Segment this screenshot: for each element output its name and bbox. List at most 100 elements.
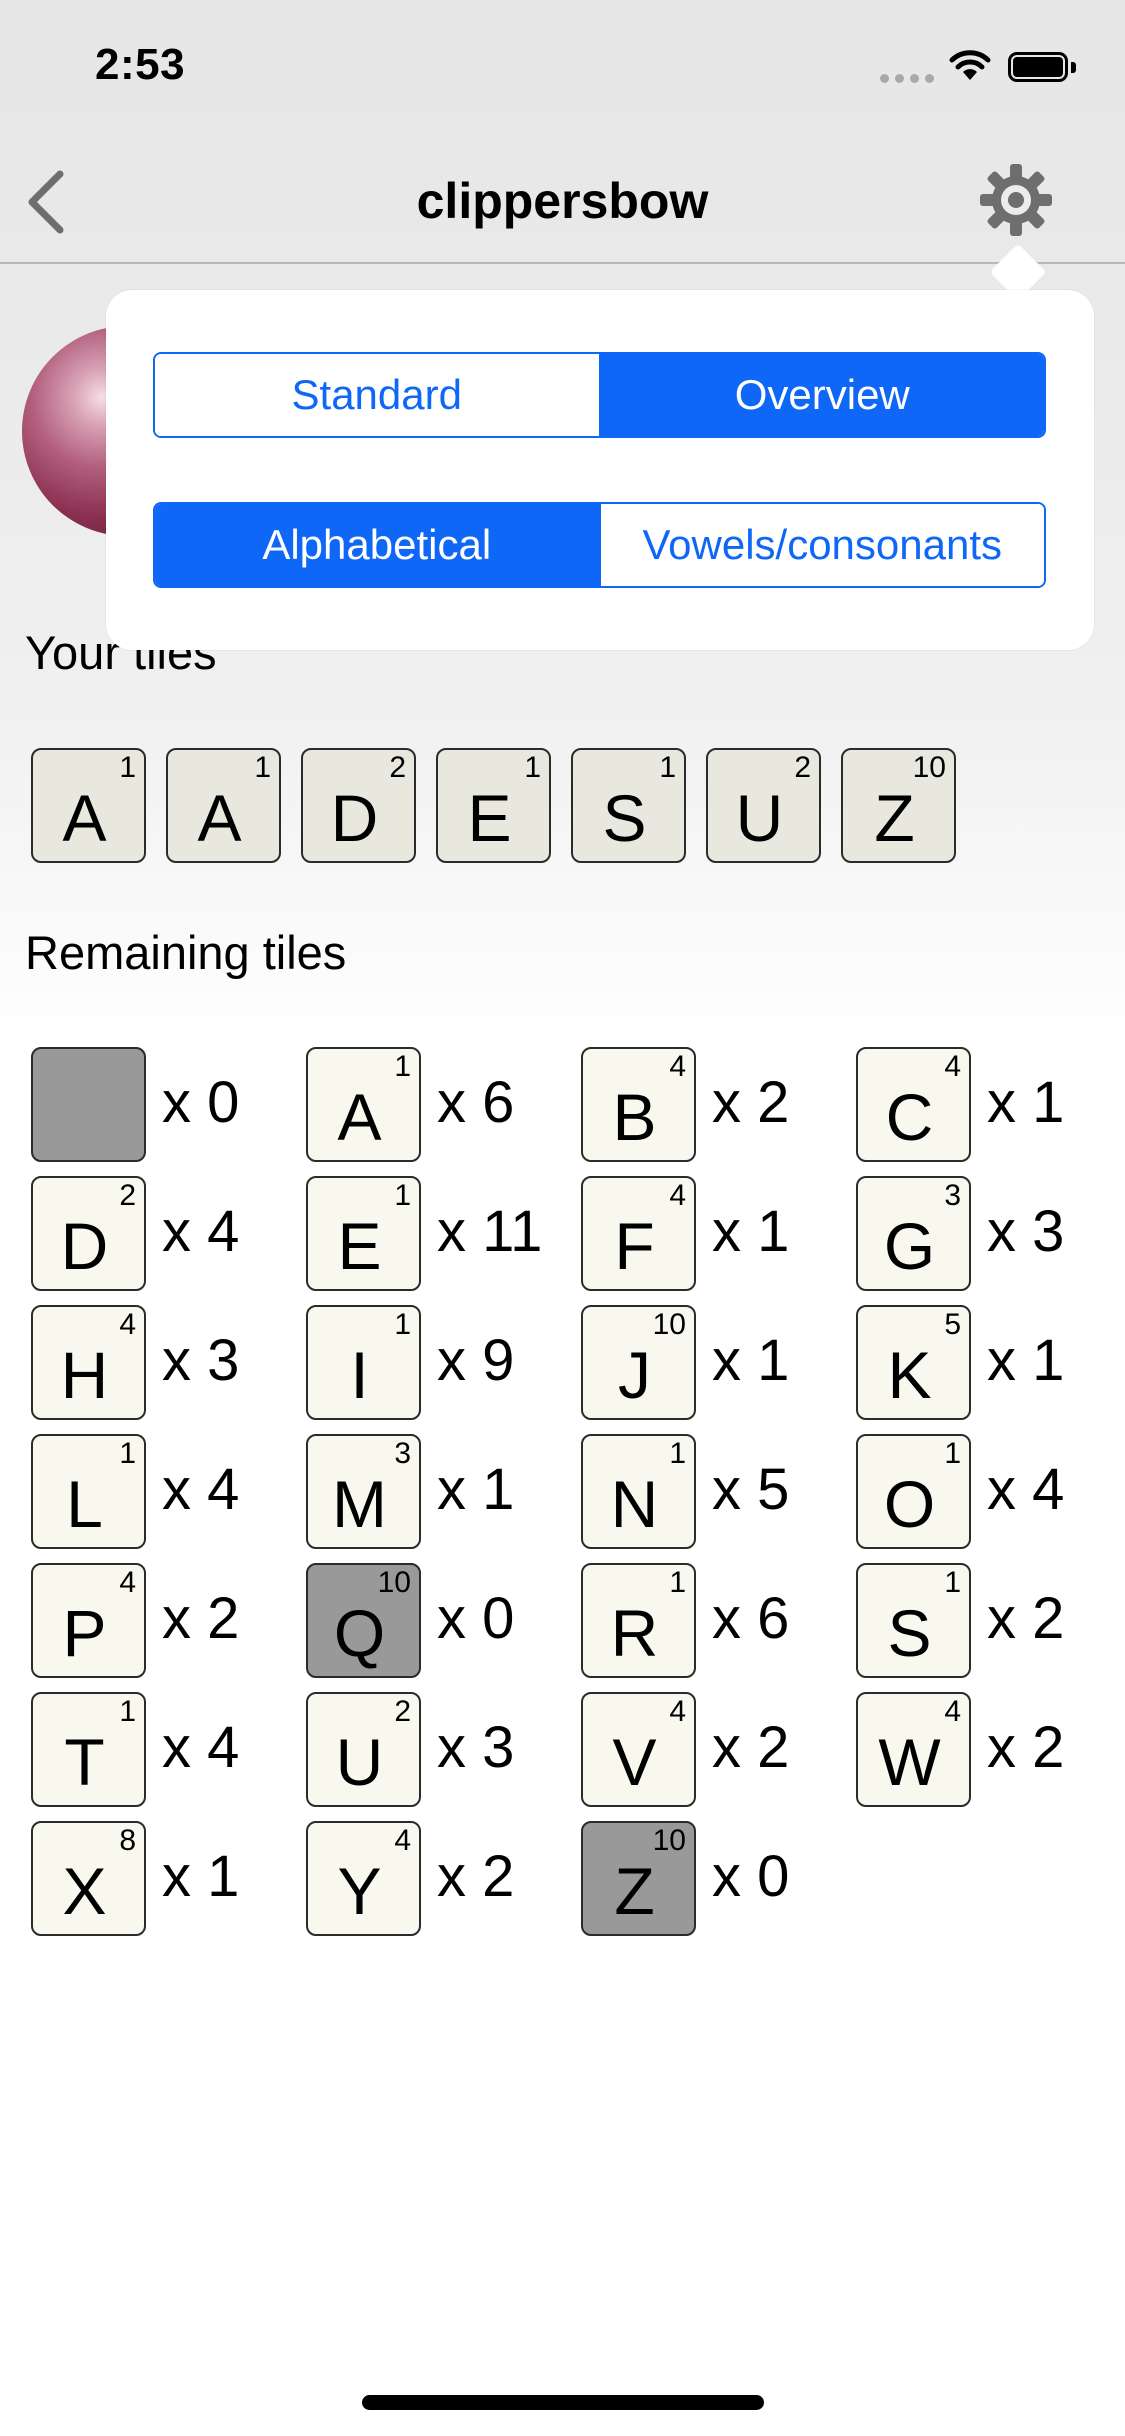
tile-count: x 2 xyxy=(987,1586,1065,1651)
tile-letter: R xyxy=(610,1596,659,1670)
tile-letter: Z xyxy=(874,781,915,855)
remaining-tile-w: W4 xyxy=(856,1692,971,1807)
your-tile: A1 xyxy=(166,748,281,863)
tile-points: 3 xyxy=(944,1179,961,1212)
tile-points: 4 xyxy=(119,1308,136,1341)
tile-letter: Z xyxy=(614,1854,655,1928)
remaining-tile-x: X8 xyxy=(31,1821,146,1936)
remaining-tile-f: F4 xyxy=(581,1176,696,1291)
tile-points: 1 xyxy=(394,1179,411,1212)
remaining-tile-i: I1 xyxy=(306,1305,421,1420)
remaining-tile-q: Q 10 xyxy=(306,1563,421,1678)
tile-letter: E xyxy=(467,781,512,855)
tile-letter: D xyxy=(330,781,379,855)
tile-count: x 0 xyxy=(712,1844,790,1909)
gear-icon[interactable] xyxy=(978,162,1054,238)
remaining-tile-c: C4 xyxy=(856,1047,971,1162)
tile-letter: W xyxy=(878,1725,941,1799)
tile-letter: N xyxy=(610,1467,659,1541)
remaining-tile-y: Y4 xyxy=(306,1821,421,1936)
tile-count: x 3 xyxy=(162,1328,240,1393)
segment-vowels-consonants[interactable]: Vowels/consonants xyxy=(598,504,1044,586)
settings-popover: Standard Overview Alphabetical Vowels/co… xyxy=(106,290,1094,650)
tile-count: x 3 xyxy=(437,1715,515,1780)
tile-count: x 4 xyxy=(162,1199,240,1264)
tile-letter: C xyxy=(885,1080,934,1154)
tile-points: 8 xyxy=(119,1824,136,1857)
remaining-tile-h: H4 xyxy=(31,1305,146,1420)
tile-count: x 2 xyxy=(712,1070,790,1135)
your-tile: E1 xyxy=(436,748,551,863)
tile-points: 4 xyxy=(119,1566,136,1599)
your-tile: Z 10 xyxy=(841,748,956,863)
remaining-tile-m: M3 xyxy=(306,1434,421,1549)
your-tile: U2 xyxy=(706,748,821,863)
tile-count: x 6 xyxy=(437,1070,515,1135)
tile-points: 2 xyxy=(119,1179,136,1212)
tile-letter: A xyxy=(197,781,242,855)
remaining-tile-l: L1 xyxy=(31,1434,146,1549)
cellular-signal-icon xyxy=(880,74,934,84)
tile-letter: B xyxy=(612,1080,657,1154)
remaining-tile-r: R1 xyxy=(581,1563,696,1678)
tile-count: x 1 xyxy=(987,1328,1065,1393)
remaining-tile-e: E1 xyxy=(306,1176,421,1291)
tile-letter: M xyxy=(332,1467,387,1541)
remaining-tile-z: Z 10 xyxy=(581,1821,696,1936)
remaining-tile-n: N1 xyxy=(581,1434,696,1549)
home-indicator xyxy=(362,2395,764,2410)
tile-letter: A xyxy=(337,1080,382,1154)
status-time: 2:53 xyxy=(95,40,186,89)
tile-letter: O xyxy=(883,1467,936,1541)
tile-count: x 1 xyxy=(987,1070,1065,1135)
tile-points: 1 xyxy=(394,1050,411,1083)
tile-points: 5 xyxy=(944,1308,961,1341)
tile-points: 2 xyxy=(389,751,406,784)
tile-points: 4 xyxy=(669,1695,686,1728)
segment-overview[interactable]: Overview xyxy=(598,354,1044,436)
tile-points: 4 xyxy=(669,1179,686,1212)
tile-points: 1 xyxy=(524,751,541,784)
remaining-tile-t: T1 xyxy=(31,1692,146,1807)
remaining-tile-o: O1 xyxy=(856,1434,971,1549)
tile-letter: J xyxy=(618,1338,651,1412)
tile-count: x 2 xyxy=(712,1715,790,1780)
tile-letter: I xyxy=(350,1338,369,1412)
tile-points: 1 xyxy=(394,1308,411,1341)
remaining-tiles-title: Remaining tiles xyxy=(25,926,347,979)
segment-standard[interactable]: Standard xyxy=(155,354,599,436)
tile-count: x 4 xyxy=(162,1457,240,1522)
tile-letter: V xyxy=(612,1725,657,1799)
tile-letter: Y xyxy=(337,1854,382,1928)
tile-points: 2 xyxy=(394,1695,411,1728)
tile-count: x 6 xyxy=(712,1586,790,1651)
tile-letter: F xyxy=(614,1209,655,1283)
tile-points: 10 xyxy=(652,1824,686,1857)
tile-count: x 11 xyxy=(437,1199,543,1264)
your-tile: A1 xyxy=(31,748,146,863)
tile-points: 1 xyxy=(944,1437,961,1470)
tile-count: x 1 xyxy=(712,1199,790,1264)
tile-letter: P xyxy=(62,1596,107,1670)
tile-count: x 0 xyxy=(437,1586,515,1651)
tile-points: 4 xyxy=(944,1695,961,1728)
tile-count: x 1 xyxy=(712,1328,790,1393)
tile-count: x 0 xyxy=(162,1070,240,1135)
segment-alphabetical[interactable]: Alphabetical xyxy=(155,504,599,586)
sort-order-segmented-control: Alphabetical Vowels/consonants xyxy=(153,502,1046,588)
tile-points: 1 xyxy=(659,751,676,784)
remaining-tile-s: S1 xyxy=(856,1563,971,1678)
tile-points: 10 xyxy=(912,751,946,784)
your-tile: S1 xyxy=(571,748,686,863)
navigation-bar: clippersbow xyxy=(0,132,1125,264)
remaining-tile-p: P4 xyxy=(31,1563,146,1678)
tile-points: 1 xyxy=(119,751,136,784)
tile-letter: L xyxy=(66,1467,103,1541)
tile-letter: U xyxy=(335,1725,384,1799)
tile-points: 10 xyxy=(377,1566,411,1599)
remaining-tile-b: B4 xyxy=(581,1047,696,1162)
tile-letter: H xyxy=(60,1338,109,1412)
tile-points: 4 xyxy=(669,1050,686,1083)
tile-count: x 4 xyxy=(987,1457,1065,1522)
tile-count: x 3 xyxy=(987,1199,1065,1264)
